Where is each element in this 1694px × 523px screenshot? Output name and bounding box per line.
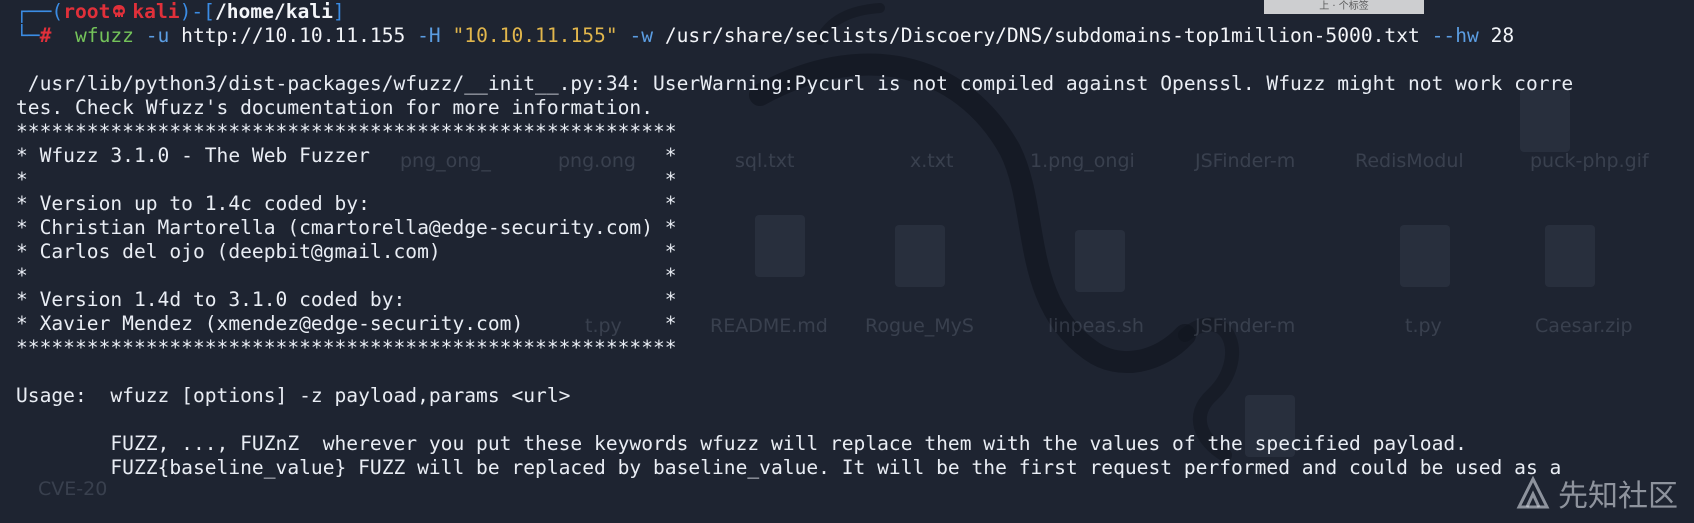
- banner-line: * Version up to 1.4c coded by: *: [16, 192, 677, 215]
- command-flag-u: -u: [145, 24, 170, 47]
- prompt-cwd: /home/kali: [214, 0, 333, 23]
- usage-line: Usage: wfuzz [options] -z payload,params…: [16, 384, 571, 407]
- help-line: FUZZ{baseline_value} FUZZ will be replac…: [16, 456, 1562, 479]
- prompt-line: ┌──(root kali)-[/home/kali]: [16, 0, 345, 23]
- command-flag-hw: --hw: [1431, 24, 1479, 47]
- banner-line: * Version 1.4d to 3.1.0 coded by: *: [16, 288, 677, 311]
- banner-line: ****************************************…: [16, 336, 677, 359]
- banner-line: * *: [16, 264, 677, 287]
- prompt-user: root: [63, 0, 111, 23]
- prompt-symbol: #: [39, 24, 52, 47]
- banner-line: * Xavier Mendez (xmendez@edge-security.c…: [16, 312, 677, 335]
- command-flag-h: -H: [417, 24, 441, 47]
- command-wordlist: /usr/share/seclists/Discoery/DNS/subdoma…: [664, 24, 1420, 47]
- command-header: "10.10.11.155": [452, 24, 618, 47]
- command-hw-value: 28: [1490, 24, 1515, 47]
- prompt-host: kali: [132, 0, 180, 23]
- top-overlay-strip: 上 · 个标签: [1264, 0, 1424, 14]
- xianzhi-logo-icon: [1516, 476, 1550, 509]
- command-url: http://10.10.11.155: [181, 24, 406, 47]
- banner-line: * Wfuzz 3.1.0 - The Web Fuzzer *: [16, 144, 677, 167]
- warning-line: /usr/lib/python3/dist-packages/wfuzz/__i…: [16, 72, 1574, 95]
- command-line[interactable]: └─# wfuzz -u http://10.10.11.155 -H "10.…: [16, 24, 1694, 48]
- xianzhi-watermark: 先知社区: [1516, 471, 1678, 515]
- warning-line: tes. Check Wfuzz's documentation for mor…: [16, 96, 654, 119]
- skull-icon: [113, 5, 126, 17]
- banner-line: ****************************************…: [16, 120, 677, 143]
- banner-line: * Carlos del ojo (deepbit@gmail.com) *: [16, 240, 677, 263]
- command-flag-w: -w: [629, 24, 654, 47]
- terminal-output[interactable]: ┌──(root kali)-[/home/kali] └─# wfuzz -u …: [0, 0, 1694, 523]
- help-line: FUZZ, ..., FUZnZ wherever you put these …: [16, 432, 1467, 455]
- command-program: wfuzz: [74, 24, 134, 47]
- watermark-text: 先知社区: [1558, 479, 1678, 514]
- banner-line: * Christian Martorella (cmartorella@edge…: [16, 216, 677, 239]
- banner-line: * *: [16, 168, 677, 191]
